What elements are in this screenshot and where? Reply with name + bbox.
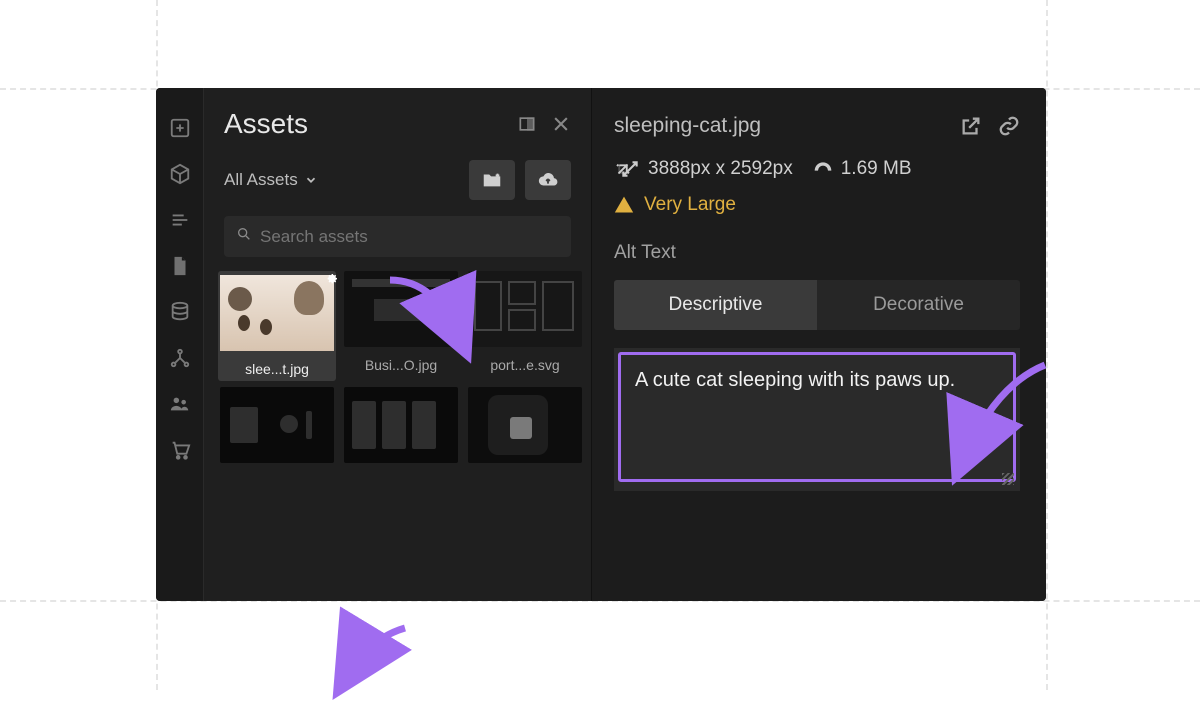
asset-detail-panel: sleeping-cat.jpg 3888px x 2592px 1.69 MB [592, 88, 1046, 601]
asset-item[interactable] [218, 387, 336, 463]
pin-panel-icon[interactable] [517, 114, 537, 134]
left-rail [156, 88, 204, 601]
list-icon[interactable] [168, 208, 192, 232]
assets-title: Assets [224, 108, 308, 140]
alt-text-field-wrap [614, 348, 1020, 491]
new-folder-button[interactable] [469, 160, 515, 200]
database-icon[interactable] [168, 300, 192, 324]
asset-filename: port...e.svg [490, 357, 559, 373]
cart-icon[interactable] [168, 438, 192, 462]
asset-grid: slee...t.jpg Busi...O.jpg port...e.svg [204, 267, 591, 467]
dimensions-value: 3888px x 2592px [648, 158, 793, 180]
asset-item[interactable]: port...e.svg [466, 271, 584, 381]
upload-button[interactable] [525, 160, 571, 200]
folder-dropdown[interactable]: All Assets [224, 170, 459, 190]
search-input[interactable] [260, 227, 559, 247]
tab-descriptive[interactable]: Descriptive [614, 280, 817, 330]
gear-icon[interactable] [322, 269, 340, 287]
users-icon[interactable] [168, 392, 192, 416]
asset-filename: Busi...O.jpg [365, 357, 437, 373]
asset-item[interactable]: Busi...O.jpg [342, 271, 460, 381]
link-icon[interactable] [998, 115, 1020, 137]
close-icon[interactable] [551, 114, 571, 134]
filesize-value: 1.69 MB [841, 158, 912, 180]
app-window: Assets All Assets [156, 88, 1046, 601]
asset-thumbnail[interactable] [344, 387, 458, 463]
page-icon[interactable] [168, 254, 192, 278]
asset-thumbnail[interactable] [468, 271, 582, 347]
search-input-wrap[interactable] [224, 216, 571, 257]
open-external-icon[interactable] [960, 115, 982, 137]
annotation-arrow [335, 618, 445, 703]
gauge-icon [813, 159, 833, 179]
chevron-down-icon [304, 173, 318, 187]
add-icon[interactable] [168, 116, 192, 140]
detail-filename: sleeping-cat.jpg [614, 114, 761, 138]
box-icon[interactable] [168, 162, 192, 186]
asset-item[interactable] [466, 387, 584, 463]
asset-item[interactable]: slee...t.jpg [218, 271, 336, 381]
resize-handle-icon[interactable] [1002, 473, 1014, 485]
asset-thumbnail[interactable] [344, 271, 458, 347]
expand-arrows-icon [620, 159, 640, 179]
tab-decorative[interactable]: Decorative [817, 280, 1020, 330]
size-warning-text: Very Large [644, 194, 736, 216]
search-icon [236, 226, 252, 247]
folder-dropdown-label: All Assets [224, 170, 298, 190]
sitemap-icon[interactable] [168, 346, 192, 370]
asset-thumbnail[interactable] [220, 387, 334, 463]
assets-panel: Assets All Assets [204, 88, 592, 601]
alt-text-label: Alt Text [614, 242, 1020, 264]
alt-text-input[interactable] [618, 352, 1016, 482]
asset-thumbnail[interactable] [220, 275, 334, 351]
asset-item[interactable] [342, 387, 460, 463]
warning-icon [614, 195, 634, 215]
alt-text-tabs: Descriptive Decorative [614, 280, 1020, 330]
asset-thumbnail[interactable] [468, 387, 582, 463]
asset-filename: slee...t.jpg [245, 361, 309, 377]
